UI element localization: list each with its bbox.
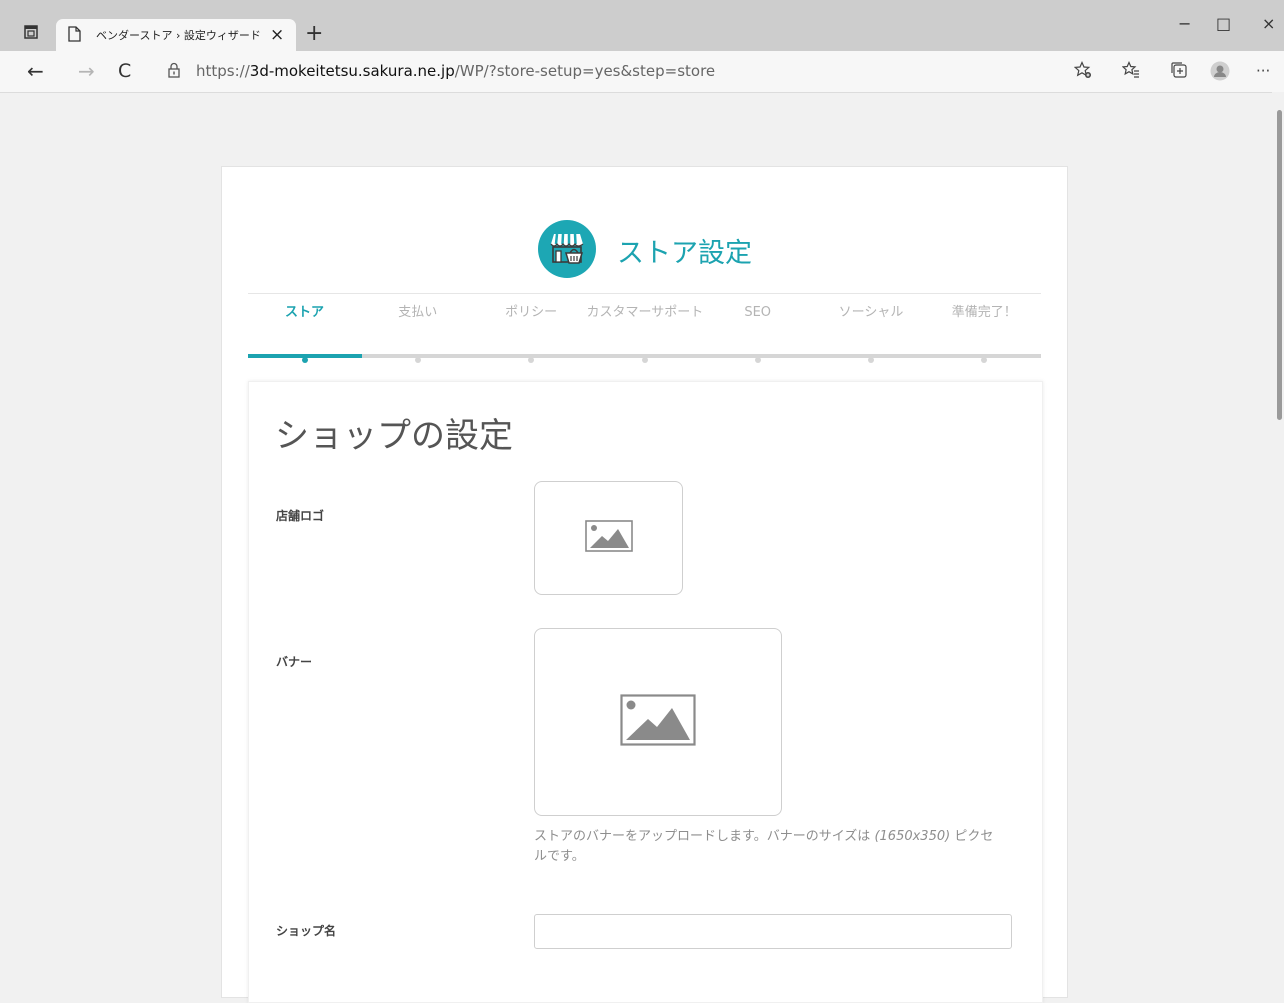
refresh-icon[interactable]: C (118, 60, 131, 82)
lock-icon[interactable] (168, 62, 180, 82)
image-placeholder-icon (584, 520, 633, 556)
section-title: ショップの設定 (275, 416, 513, 456)
shop-name-label: ショップ名 (276, 924, 337, 938)
window-close-icon[interactable]: × (1262, 14, 1275, 34)
tab-close-icon[interactable]: × (270, 25, 284, 45)
url-host: 3d-mokeitetsu.sakura.ne.jp (249, 62, 455, 80)
wizard-step-dot (414, 357, 421, 363)
shop-settings-panel: ショップの設定 店舗ロゴ バナー ストアのバナーをアップロードします。バナーのサ… (248, 381, 1043, 1003)
wizard-step-dot (641, 357, 648, 363)
steps-divider (248, 293, 1041, 294)
banner-help-text: ストアのバナーをアップロードします。バナーのサイズは (1650x350) ピク… (534, 827, 1004, 867)
add-favorite-icon[interactable] (1073, 61, 1092, 84)
minimize-icon[interactable]: − (1178, 14, 1191, 34)
wizard-step-7[interactable]: 準備完了！ (928, 304, 1041, 321)
image-placeholder-icon (620, 694, 696, 750)
favorites-icon[interactable] (1121, 61, 1140, 84)
setup-wizard-card: ストア設定 ストア 支払い ポリシー カスタマーサポート SEO ソーシャル 準備完了！ シ… (221, 166, 1068, 1003)
banner-upload[interactable] (534, 628, 782, 816)
wizard-step-5[interactable]: SEO (701, 304, 814, 321)
wizard-step-dot (528, 357, 535, 363)
wizard-step-1[interactable]: ストア (248, 304, 361, 321)
wizard-step-6[interactable]: ソーシャル (815, 304, 928, 321)
wizard-step-dot (868, 357, 875, 363)
url-path: /WP/?store-setup=yes&step=store (454, 62, 716, 80)
new-tab-icon[interactable]: + (305, 23, 323, 45)
forward-icon[interactable]: → (78, 60, 95, 82)
wizard-step-2[interactable]: 支払い (361, 304, 474, 321)
browser-tab-active[interactable]: ベンダーストア › 設定ウィザード × (56, 19, 296, 51)
back-icon[interactable]: ← (27, 60, 44, 82)
page-scrollbar[interactable] (1272, 92, 1284, 978)
wizard-step-dot (301, 357, 308, 363)
browser-toolbar: ← → C https://3d-mokeitetsu.sakura.ne.jp… (0, 51, 1284, 93)
banner-label: バナー (276, 655, 313, 669)
address-bar[interactable]: https://3d-mokeitetsu.sakura.ne.jp/WP/?s… (196, 62, 715, 80)
browser-tab-bar: ベンダーストア › 設定ウィザード × + − □ × (0, 0, 1284, 51)
store-icon (538, 220, 596, 278)
maximize-icon[interactable]: □ (1216, 14, 1231, 34)
collections-icon[interactable] (1170, 61, 1188, 84)
profile-avatar-icon[interactable] (1210, 61, 1230, 86)
logo-label: 店舗ロゴ (276, 509, 325, 523)
wizard-title: ストア設定 (617, 238, 752, 269)
help-dimensions: (1650x350) (874, 829, 951, 844)
wizard-step-4[interactable]: カスタマーサポート (583, 304, 707, 321)
wizard-step-3[interactable]: ポリシー (475, 304, 588, 321)
shop-name-input[interactable] (534, 914, 1012, 949)
logo-upload[interactable] (534, 481, 683, 595)
tab-title: ベンダーストア › 設定ウィザード (96, 29, 261, 42)
page-icon (68, 26, 81, 46)
tab-actions-icon[interactable] (21, 22, 41, 42)
help-prefix: ストアのバナーをアップロードします。バナーのサイズは (534, 829, 875, 844)
wizard-step-dot (981, 357, 988, 363)
wizard-step-dot (754, 357, 761, 363)
url-scheme: https:// (196, 62, 250, 80)
scrollbar-thumb[interactable] (1277, 110, 1282, 420)
more-menu-icon[interactable]: ··· (1256, 61, 1270, 81)
